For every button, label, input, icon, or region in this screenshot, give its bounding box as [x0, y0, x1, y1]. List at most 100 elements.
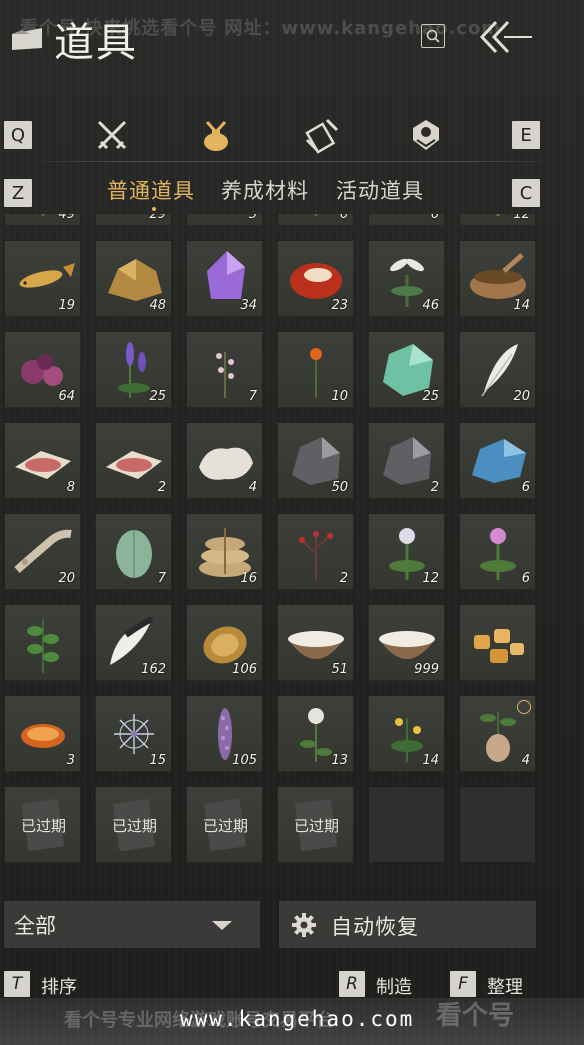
craft-key: R	[339, 971, 365, 997]
item-slot[interactable]: 已过期	[186, 786, 263, 863]
item-slot[interactable]: 51	[277, 604, 354, 681]
crossed-swords-icon[interactable]	[93, 116, 131, 154]
expired-label: 已过期	[111, 817, 157, 835]
item-slot[interactable]: 6	[368, 214, 445, 226]
prev-category-key[interactable]: Q	[4, 121, 32, 149]
item-slot[interactable]: 2	[368, 422, 445, 499]
item-slot[interactable]: 已过期	[95, 786, 172, 863]
sort-label: 排序	[41, 977, 77, 998]
auto-restore-button[interactable]: 自动恢复	[279, 901, 536, 948]
item-slot[interactable]: 50	[277, 422, 354, 499]
item-slot[interactable]: 2	[277, 513, 354, 590]
item-slot[interactable]: 46	[368, 240, 445, 317]
item-slot[interactable]: 8	[4, 422, 81, 499]
item-slot[interactable]: 19	[4, 240, 81, 317]
empty-slot	[459, 786, 536, 863]
item-slot[interactable]: 7	[186, 331, 263, 408]
item-count: 20	[58, 571, 75, 586]
page-title: 道具	[54, 20, 138, 66]
craft-label: 制造	[376, 977, 412, 998]
item-slot[interactable]: 64	[4, 331, 81, 408]
item-slot[interactable]: 5	[186, 214, 263, 226]
item-slot[interactable]: 105	[186, 695, 263, 772]
mint-icon	[27, 619, 59, 673]
item-count: 34	[240, 298, 257, 313]
scroll-icon[interactable]	[303, 116, 341, 154]
item-slot[interactable]: 999	[368, 604, 445, 681]
item-count: 2	[430, 480, 439, 495]
amber-chunks-icon	[474, 629, 524, 663]
item-count: 8	[66, 480, 75, 495]
item-count: 105	[232, 753, 257, 768]
next-category-key[interactable]: E	[512, 121, 540, 149]
item-slot[interactable]: 已过期	[277, 786, 354, 863]
item-slot[interactable]: 10	[277, 331, 354, 408]
item-slot[interactable]: 20	[459, 331, 536, 408]
item-slot[interactable]	[459, 604, 536, 681]
item-slot[interactable]: 12	[368, 513, 445, 590]
item-slot[interactable]: 20	[4, 513, 81, 590]
item-count: 2	[157, 480, 166, 495]
watermark-logo: 看个号	[436, 1001, 515, 1031]
craft-action[interactable]: R 制造	[339, 971, 439, 999]
search-icon	[426, 29, 440, 43]
item-slot[interactable]: 34	[186, 240, 263, 317]
item-count: 6	[339, 214, 348, 222]
item-slot[interactable]: 49	[4, 214, 81, 226]
item-slot[interactable]: 16	[186, 513, 263, 590]
badge-icon[interactable]	[407, 116, 445, 154]
pouch-icon[interactable]	[197, 116, 235, 154]
item-slot[interactable]: 25	[95, 331, 172, 408]
item-slot[interactable]: 6	[277, 214, 354, 226]
filter-label: 全部	[14, 913, 56, 938]
item-count: 106	[232, 662, 257, 677]
item-slot[interactable]: 13	[277, 695, 354, 772]
item-slot[interactable]: 25	[368, 331, 445, 408]
item-count: 15	[149, 753, 166, 768]
search-button[interactable]	[421, 24, 445, 48]
item-count: 29	[149, 214, 166, 222]
empty-slot	[368, 786, 445, 863]
item-count: 162	[141, 662, 166, 677]
item-slot[interactable]: 162	[95, 604, 172, 681]
item-slot[interactable]: 12	[459, 214, 536, 226]
item-slot[interactable]: 已过期	[4, 786, 81, 863]
back-arrow-icon[interactable]	[478, 18, 534, 56]
item-slot[interactable]: 23	[277, 240, 354, 317]
item-count: 4	[248, 480, 257, 495]
auto-restore-label: 自动恢复	[331, 915, 419, 939]
subtab-materials[interactable]: 养成材料	[221, 175, 309, 205]
item-grid[interactable]: 49 29 5 6 6 12 19 48 34 23 46 14 64 25 7 10 25 20 8 2 4 50 2 6 2…	[0, 214, 584, 882]
item-slot[interactable]: 15	[95, 695, 172, 772]
item-slot[interactable]: 106	[186, 604, 263, 681]
item-slot[interactable]: 14	[368, 695, 445, 772]
item-count: 19	[58, 298, 75, 313]
item-count: 7	[157, 571, 166, 586]
item-count: 48	[149, 298, 166, 313]
prev-subtab-key[interactable]: Z	[4, 179, 32, 207]
item-count: 7	[248, 389, 257, 404]
next-subtab-key[interactable]: C	[512, 179, 540, 207]
filter-dropdown[interactable]: 全部	[4, 901, 260, 948]
subtab-normal-items[interactable]: 普通道具	[107, 175, 195, 205]
bag-title-icon	[12, 28, 42, 50]
item-count: 10	[331, 389, 348, 404]
sort-action[interactable]: T 排序	[4, 971, 124, 999]
item-slot[interactable]: 48	[95, 240, 172, 317]
item-count: 999	[414, 662, 439, 677]
item-slot[interactable]: 14	[459, 240, 536, 317]
expired-label: 已过期	[202, 817, 248, 835]
subtab-event-items[interactable]: 活动道具	[336, 175, 424, 205]
item-slot[interactable]: 29	[95, 214, 172, 226]
item-slot[interactable]: 4	[459, 695, 536, 772]
item-slot[interactable]: 2	[95, 422, 172, 499]
item-slot[interactable]: 6	[459, 422, 536, 499]
item-count: 12	[422, 571, 439, 586]
item-count: 64	[58, 389, 75, 404]
item-count: 12	[513, 214, 530, 222]
item-slot[interactable]	[4, 604, 81, 681]
item-slot[interactable]: 7	[95, 513, 172, 590]
item-slot[interactable]: 4	[186, 422, 263, 499]
item-slot[interactable]: 3	[4, 695, 81, 772]
item-slot[interactable]: 6	[459, 513, 536, 590]
